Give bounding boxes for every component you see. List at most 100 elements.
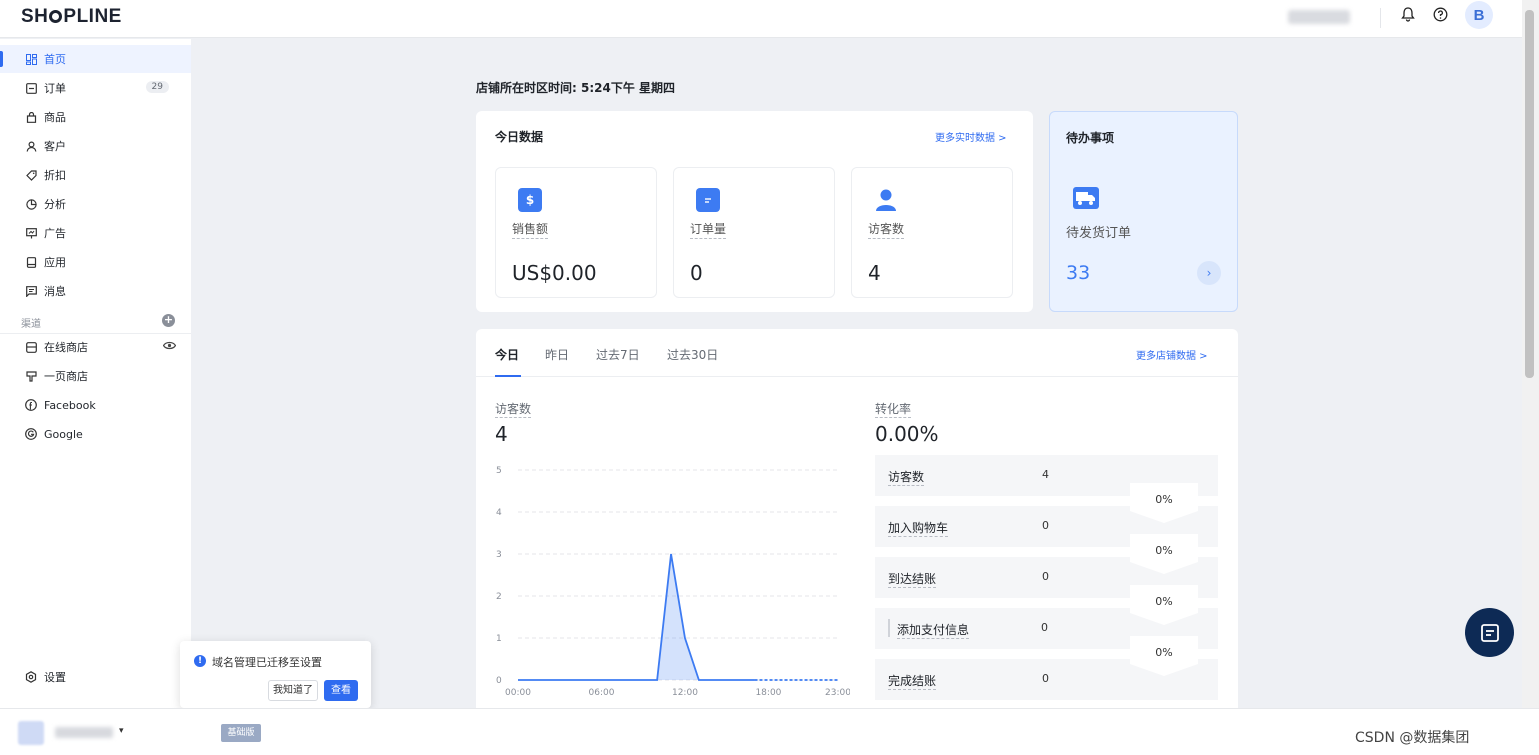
y-tick-label: 4 (496, 508, 502, 518)
pending-shipment-label: 待发货订单 (1066, 226, 1132, 241)
caret-down-icon[interactable]: ▾ (119, 726, 124, 736)
funnel-step-name: 加入购物车 (888, 521, 949, 537)
ad-icon (24, 227, 38, 239)
todo-title: 待办事项 (1066, 131, 1115, 145)
sidebar-item-facebook[interactable]: Facebook (0, 391, 191, 419)
dismiss-button[interactable]: 我知道了 (268, 680, 318, 701)
sidebar-item-products[interactable]: 商品 (0, 103, 191, 131)
document-icon (696, 188, 720, 212)
x-tick-label: 00:00 (505, 688, 531, 698)
sidebar-item-analytics[interactable]: 分析 (0, 190, 191, 218)
sidebar-item-label: 应用 (44, 256, 66, 269)
x-tick-label: 12:00 (672, 688, 698, 698)
help-icon[interactable] (1431, 5, 1449, 23)
toast-message: 域名管理已迁移至设置 (212, 656, 322, 669)
y-tick-label: 1 (496, 634, 502, 644)
shopline-logo[interactable]: SH PLINE (21, 6, 122, 28)
bottom-bar: ▾ 基础版 CSDN @数据集团 (0, 708, 1539, 755)
y-tick-label: 5 (496, 466, 502, 476)
chevron-right-icon[interactable]: › (1197, 261, 1221, 285)
store-name[interactable] (55, 727, 113, 738)
sales-metric[interactable]: $ 销售额 US$0.00 (495, 167, 657, 298)
sidebar-item-label: 订单 (44, 82, 66, 95)
today-data-card: 今日数据 更多实时数据 > $ 销售额 US$0.00 订单量 0 访客数 4 (476, 111, 1033, 312)
today-data-title: 今日数据 (495, 130, 544, 144)
y-tick-label: 3 (496, 550, 502, 560)
y-tick-label: 2 (496, 592, 502, 602)
tab-today[interactable]: 今日 (495, 346, 519, 363)
order-icon (24, 82, 38, 94)
x-tick-label: 23:00 (825, 688, 850, 698)
tag-icon (24, 169, 38, 181)
sidebar-item-label: 一页商店 (44, 370, 88, 383)
y-tick-label: 0 (496, 676, 502, 686)
sidebar-item-label: 在线商店 (44, 341, 88, 354)
one-page-icon (24, 370, 38, 382)
funnel-step-value: 0 (1042, 570, 1049, 583)
metric-value: US$0.00 (512, 261, 597, 285)
funnel-step-name: 添加支付信息 (897, 623, 970, 639)
sidebar-item-orders[interactable]: 订单 29 (0, 74, 191, 102)
funnel-step-value: 0 (1042, 519, 1049, 532)
bell-icon[interactable] (1399, 5, 1417, 23)
plan-badge: 基础版 (221, 724, 261, 742)
sidebar-item-label: 消息 (44, 285, 66, 298)
store-avatar[interactable] (18, 721, 44, 745)
visitors-label: 访客数 (495, 402, 532, 418)
metric-value: 4 (868, 261, 881, 285)
app-icon (24, 256, 38, 268)
chat-support-button[interactable] (1465, 608, 1514, 657)
divider (476, 376, 1238, 377)
tab-yesterday[interactable]: 昨日 (545, 346, 569, 363)
x-tick-label: 18:00 (755, 688, 781, 698)
sidebar-item-label: 商品 (44, 111, 66, 124)
more-store-data-link[interactable]: 更多店铺数据 > (1136, 347, 1208, 362)
metric-label: 订单量 (690, 220, 727, 239)
tab-last-7-days[interactable]: 过去7日 (596, 346, 640, 363)
sidebar-item-label: 设置 (44, 671, 66, 684)
more-realtime-data-link[interactable]: 更多实时数据 > (935, 129, 1007, 144)
channels-section-label: 渠道 (21, 319, 41, 330)
view-button[interactable]: 查看 (324, 680, 358, 701)
sidebar-item-discounts[interactable]: 折扣 (0, 161, 191, 189)
sidebar-item-ads[interactable]: 广告 (0, 219, 191, 247)
sidebar-item-label: 首页 (44, 53, 66, 66)
conversion-rate-label: 转化率 (875, 402, 912, 418)
facebook-icon (24, 399, 38, 411)
sidebar-item-online-store[interactable]: 在线商店 (0, 333, 191, 361)
grid-icon (24, 53, 38, 65)
sidebar-item-google[interactable]: Google (0, 420, 191, 448)
sidebar-item-home[interactable]: 首页 (0, 45, 191, 73)
eye-icon[interactable] (162, 339, 177, 353)
sidebar-item-customers[interactable]: 客户 (0, 132, 191, 160)
sidebar-item-apps[interactable]: 应用 (0, 248, 191, 276)
sidebar-item-label: Google (44, 427, 83, 441)
top-bar: SH PLINE B (0, 0, 1522, 38)
user-icon (24, 140, 38, 152)
tab-last-30-days[interactable]: 过去30日 (667, 346, 718, 363)
sidebar-item-one-page-store[interactable]: 一页商店 (0, 362, 191, 390)
user-avatar[interactable]: B (1465, 1, 1493, 29)
sidebar-item-label: Facebook (44, 398, 96, 412)
bag-icon (24, 111, 38, 123)
funnel-step-name: 到达结账 (888, 572, 937, 588)
funnel-step-value: 0 (1041, 621, 1048, 634)
orders-metric[interactable]: 订单量 0 (673, 167, 835, 298)
add-channel-button[interactable]: + (162, 314, 175, 327)
sidebar-item-messages[interactable]: 消息 (0, 277, 191, 305)
funnel-step-name: 完成结账 (888, 674, 937, 690)
funnel-step-value: 0 (1042, 672, 1049, 685)
store-switcher[interactable] (1288, 10, 1350, 24)
info-icon: ! (194, 655, 206, 667)
message-icon (24, 285, 38, 297)
conversion-rate-value: 0.00% (875, 422, 939, 446)
sidebar-item-label: 广告 (44, 227, 66, 240)
watermark-text: CSDN @数据集团 (1355, 730, 1470, 746)
scrollbar-thumb[interactable] (1525, 10, 1534, 378)
orders-count-badge: 29 (145, 81, 169, 93)
sidebar-item-settings[interactable]: 设置 (0, 663, 191, 691)
metric-value: 0 (690, 261, 703, 285)
chart-pie-icon (24, 198, 38, 210)
pending-shipment-count[interactable]: 33 (1066, 262, 1090, 284)
visitors-metric[interactable]: 访客数 4 (851, 167, 1013, 298)
